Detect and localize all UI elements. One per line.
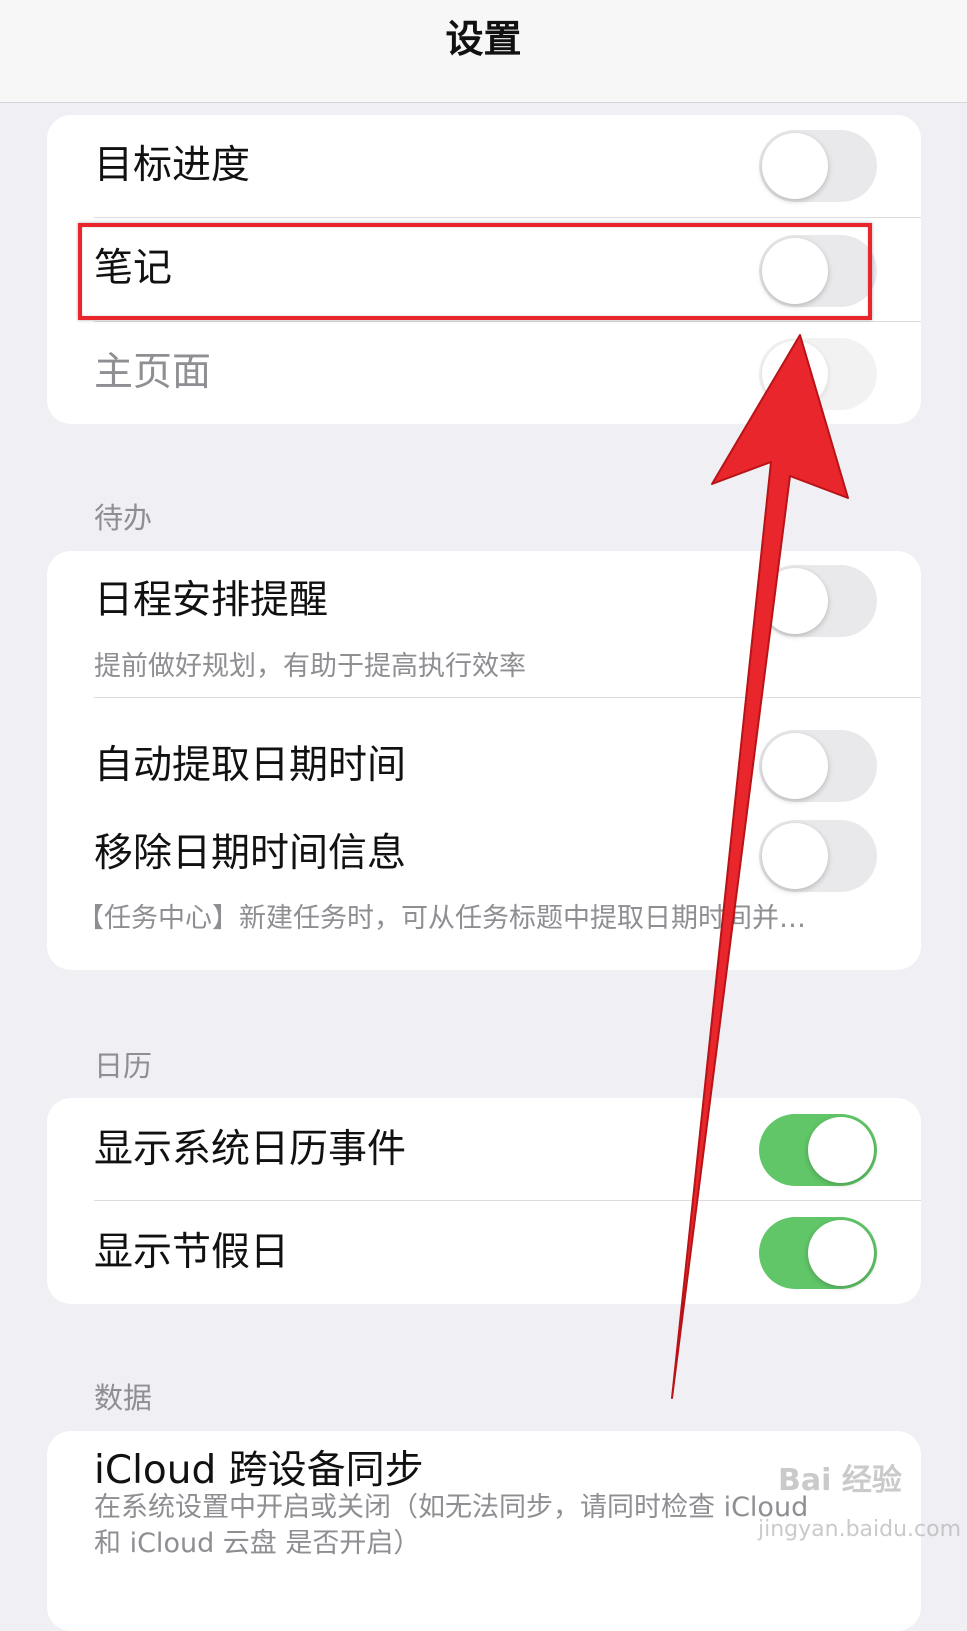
setting-description: 提前做好规划，有助于提高执行效率: [94, 651, 526, 682]
toggle-knob: [762, 823, 828, 889]
toggle-knob: [762, 341, 828, 407]
home-page-toggle[interactable]: [759, 338, 877, 410]
setting-description: 在系统设置中开启或关闭（如无法同步，请同时检查 iCloud: [94, 1492, 809, 1523]
setting-row-home-page[interactable]: 主页面: [47, 322, 921, 424]
settings-group-data: iCloud 跨设备同步 在系统设置中开启或关闭（如无法同步，请同时检查 iCl…: [47, 1431, 921, 1631]
setting-label: 目标进度: [94, 143, 251, 188]
show-holidays-toggle[interactable]: [759, 1217, 877, 1289]
goal-progress-toggle[interactable]: [759, 130, 877, 202]
show-system-events-toggle[interactable]: [759, 1114, 877, 1186]
setting-label: 自动提取日期时间: [94, 743, 407, 788]
setting-label: 移除日期时间信息: [94, 831, 407, 876]
annotation-highlight-box: [78, 223, 872, 320]
toggle-knob: [762, 568, 828, 634]
setting-label: 主页面: [94, 350, 212, 395]
setting-label: 日程安排提醒: [94, 578, 329, 623]
toggle-knob: [762, 133, 828, 199]
setting-row-schedule-reminder[interactable]: 日程安排提醒 提前做好规划，有助于提高执行效率: [47, 551, 921, 697]
toggle-knob: [808, 1117, 874, 1183]
setting-label: 显示系统日历事件: [94, 1127, 407, 1172]
setting-row-show-holidays[interactable]: 显示节假日: [47, 1201, 921, 1304]
remove-datetime-toggle[interactable]: [759, 820, 877, 892]
settings-group-todo: 日程安排提醒 提前做好规划，有助于提高执行效率 自动提取日期时间 移除日期时间信…: [47, 551, 921, 970]
section-header-calendar: 日历: [94, 1049, 153, 1083]
navigation-bar: 设置: [0, 0, 967, 103]
setting-row-icloud-sync[interactable]: iCloud 跨设备同步 在系统设置中开启或关闭（如无法同步，请同时检查 iCl…: [47, 1431, 921, 1631]
section-header-todo: 待办: [94, 501, 153, 535]
page-title: 设置: [445, 17, 522, 61]
setting-row-show-system-events[interactable]: 显示系统日历事件: [47, 1098, 921, 1201]
settings-group-calendar: 显示系统日历事件 显示节假日: [47, 1098, 921, 1304]
setting-row-remove-datetime[interactable]: 移除日期时间信息 【任务中心】新建任务时，可从任务标题中提取日期时间并…: [47, 788, 921, 970]
setting-row-goal-progress[interactable]: 目标进度: [47, 115, 921, 218]
setting-row-auto-extract-datetime[interactable]: 自动提取日期时间: [47, 698, 921, 802]
setting-description-line2: 和 iCloud 云盘 是否开启）: [94, 1528, 421, 1559]
schedule-reminder-toggle[interactable]: [759, 565, 877, 637]
setting-description: 【任务中心】新建任务时，可从任务标题中提取日期时间并…: [77, 903, 806, 934]
setting-label: 显示节假日: [94, 1230, 290, 1275]
section-header-data: 数据: [94, 1381, 153, 1415]
toggle-knob: [808, 1220, 874, 1286]
